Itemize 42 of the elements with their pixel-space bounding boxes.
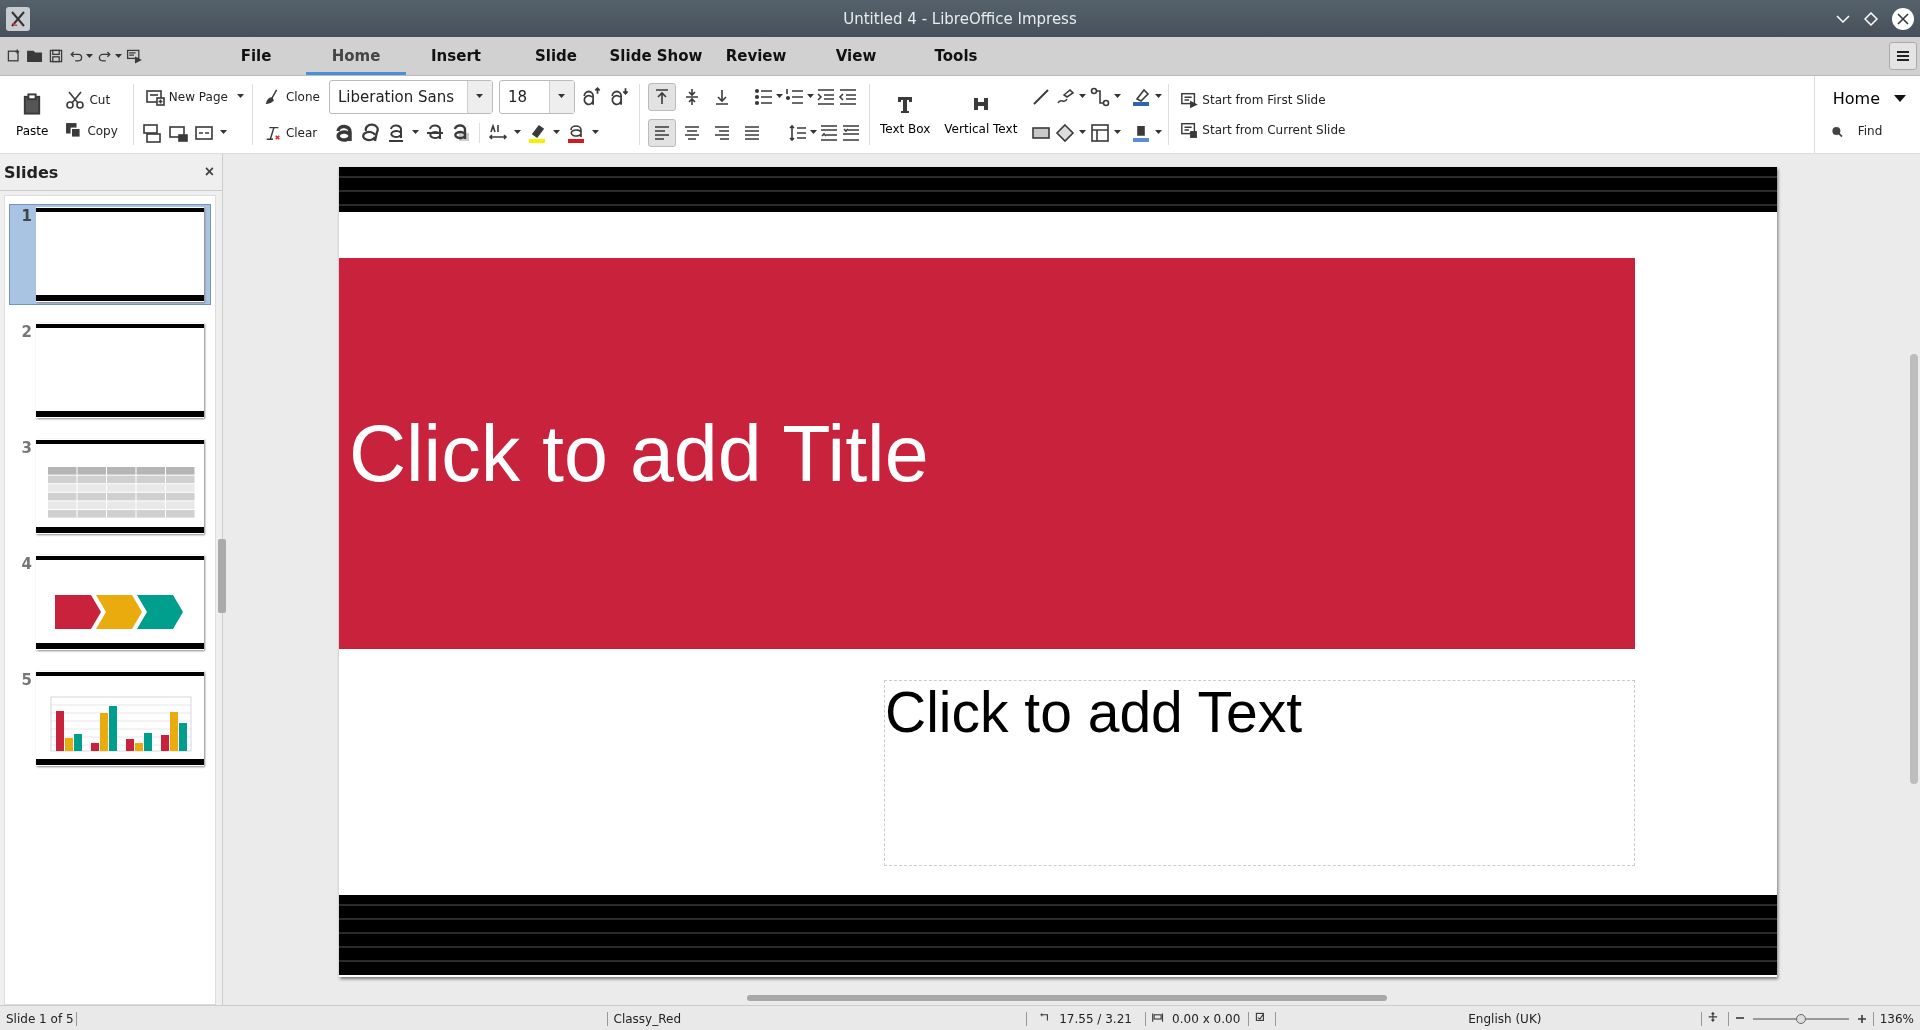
clear-button[interactable]: Clear	[260, 121, 321, 144]
slide-number: 5	[20, 671, 33, 691]
context-dropdown[interactable]: Home	[1826, 88, 1912, 109]
slide-list-item[interactable]: 5	[9, 668, 211, 769]
master-name: Classy_Red	[606, 1012, 1028, 1026]
zoom-level: 136%	[1878, 1012, 1915, 1026]
menu-tab[interactable]: File	[206, 37, 306, 75]
size-text: 0.00 x 0.00	[1172, 1012, 1241, 1026]
start-from-current-slide-button[interactable]: Start from Current Slide	[1177, 118, 1349, 141]
slide-list-item[interactable]: 2	[9, 320, 211, 421]
find-button[interactable]: Find	[1826, 121, 1912, 141]
font-name-field[interactable]: Liberation Sans	[328, 79, 493, 114]
clone-button[interactable]: Clone	[260, 85, 323, 108]
cut-button[interactable]: Cut	[62, 87, 121, 112]
font-size-field[interactable]: 18	[498, 79, 575, 114]
menu-tab[interactable]: Insert	[406, 37, 506, 75]
slide-list-item[interactable]: 4	[9, 552, 211, 653]
text-placeholder[interactable]: Click to add Text	[884, 680, 1635, 866]
text-box-button[interactable]: Text Box	[873, 93, 937, 136]
copy-button[interactable]: Copy	[62, 119, 121, 142]
slide-number: 3	[20, 439, 33, 459]
title-placeholder[interactable]: Click to add Title	[339, 258, 1635, 649]
panel-title: Slides	[4, 162, 59, 182]
slide-count: Slide 1 of 5	[0, 1012, 77, 1026]
slide-list-item[interactable]: 3	[9, 436, 211, 537]
slide-number: 1	[20, 207, 33, 227]
menu-tab[interactable]: View	[806, 37, 906, 75]
paste-button[interactable]: Paste	[10, 91, 55, 138]
menu-tab[interactable]: Tools	[906, 37, 1006, 75]
vertical-text-button[interactable]: Vertical Text	[938, 93, 1024, 136]
new-page-button[interactable]: New Page	[141, 84, 231, 109]
start-from-first-slide-button[interactable]: Start from First Slide	[1177, 88, 1349, 111]
menu-tab[interactable]: Review	[706, 37, 806, 75]
menu-tab[interactable]: Slide	[506, 37, 606, 75]
position-text: 17.55 / 3.21	[1059, 1012, 1132, 1026]
menu-tab[interactable]: Slide Show	[606, 37, 706, 75]
window-title: Untitled 4 - LibreOffice Impress	[843, 9, 1077, 28]
slide-list-item[interactable]: 1	[9, 204, 211, 305]
close-panel-button[interactable]: ×	[204, 163, 214, 181]
language-text: English (UK)	[1467, 1012, 1543, 1026]
slide-number: 4	[20, 555, 33, 575]
slide-number: 2	[20, 323, 33, 343]
